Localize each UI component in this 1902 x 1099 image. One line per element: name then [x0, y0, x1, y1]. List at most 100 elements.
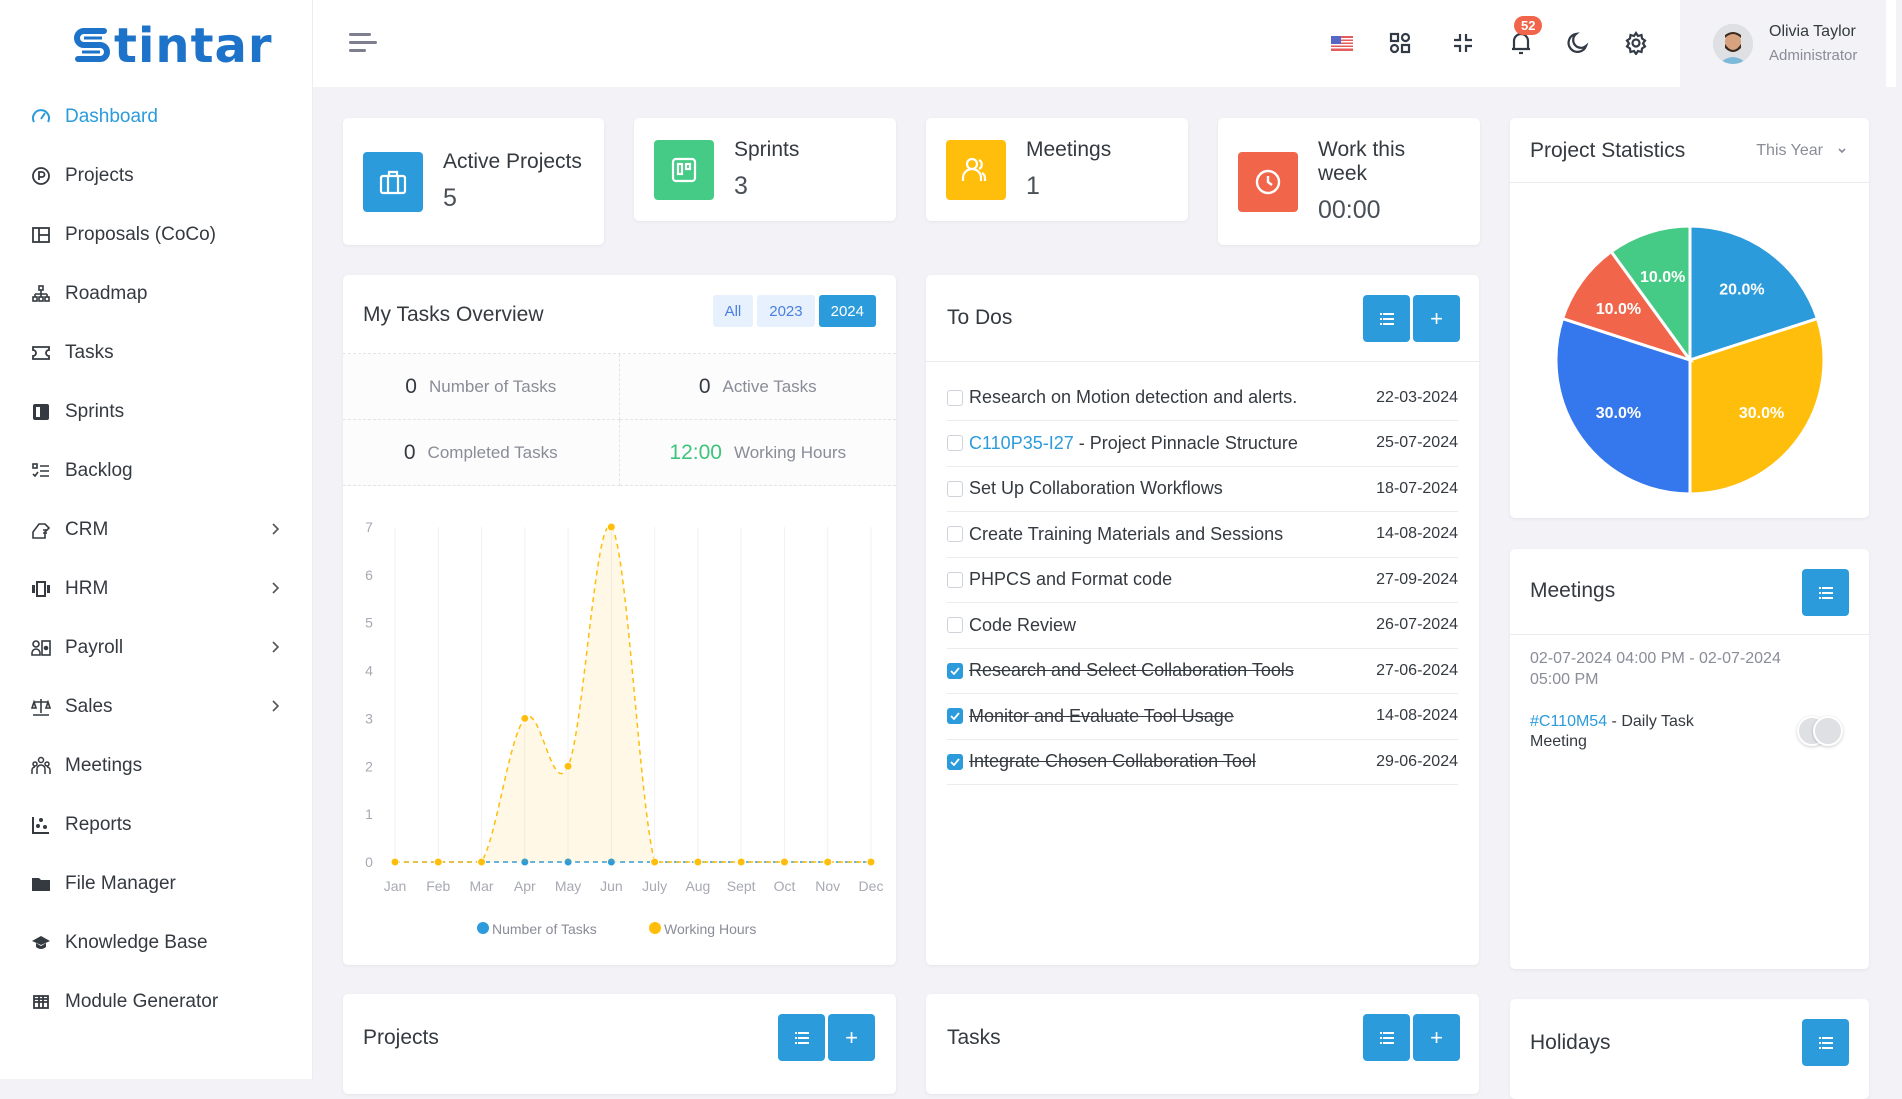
stat-number: 0 [405, 374, 417, 398]
sidebar-item-file-manager[interactable]: File Manager [0, 854, 313, 913]
todo-text[interactable]: PHPCS and Format code [969, 569, 1376, 590]
legend-label: Working Hours [664, 921, 756, 937]
sidebar-item-reports[interactable]: Reports [0, 795, 313, 854]
folder-icon [30, 873, 52, 895]
todo-checkbox[interactable] [947, 435, 963, 451]
menu-line [349, 49, 366, 52]
carousel-icon [30, 578, 52, 600]
meeting-code[interactable]: #C110M54 [1530, 713, 1607, 730]
language-selector[interactable] [1327, 28, 1357, 58]
check-icon [950, 712, 960, 720]
add-project-button[interactable]: + [828, 1014, 875, 1061]
todos-card: To Dos + Research on Motion detection an… [926, 275, 1479, 965]
todo-date: 25-07-2024 [1376, 434, 1458, 451]
tasks-list-button[interactable] [1363, 1014, 1410, 1061]
user-money-icon [30, 637, 52, 659]
pie-slice-label: 30.0% [1596, 405, 1641, 422]
sidebar-item-payroll[interactable]: Payroll [0, 618, 313, 677]
sidebar-item-crm[interactable]: CRM [0, 500, 313, 559]
briefcase-icon [363, 151, 423, 212]
todo-checkbox[interactable] [947, 753, 963, 770]
sidebar-item-knowledge-base[interactable]: Knowledge Base [0, 913, 313, 972]
x-tick-label: Mar [469, 878, 493, 894]
todo-checkbox[interactable] [947, 662, 963, 679]
todo-text[interactable]: Integrate Chosen Collaboration Tool [969, 751, 1376, 772]
stat-card-meetings[interactable]: Meetings 1 [926, 118, 1188, 221]
todo-text[interactable]: Code Review [969, 615, 1376, 636]
todo-title: Research and Select Collaboration Tools [969, 660, 1294, 680]
user-menu[interactable]: Olivia Taylor Administrator [1680, 0, 1886, 87]
x-tick-label: Apr [514, 878, 536, 894]
todo-text[interactable]: Research on Motion detection and alerts. [969, 387, 1376, 408]
page-scrollbar[interactable] [1896, 0, 1902, 87]
todo-checkbox[interactable] [947, 571, 963, 588]
apps-button[interactable] [1385, 28, 1415, 58]
todo-text[interactable]: Research and Select Collaboration Tools [969, 660, 1376, 681]
sidebar-item-module-generator[interactable]: Module Generator [0, 972, 313, 1031]
menu-toggle-button[interactable] [349, 33, 377, 55]
chevron-down-icon [1838, 148, 1846, 154]
data-point [693, 857, 703, 867]
sidebar-item-meetings[interactable]: Meetings [0, 736, 313, 795]
sidebar-item-sales[interactable]: Sales [0, 677, 313, 736]
stat-card-work-this-week[interactable]: Work this week 00:00 [1218, 118, 1480, 245]
todo-checkbox[interactable] [947, 526, 963, 542]
todo-item: PHPCS and Format code 27-09-2024 [947, 557, 1458, 603]
holidays-list-button[interactable] [1802, 1019, 1849, 1066]
sidebar-item-label: Dashboard [65, 105, 158, 127]
todo-checkbox[interactable] [947, 389, 963, 406]
meeting-title[interactable]: #C110M54 - Daily Task Meeting [1530, 712, 1750, 752]
filter-2024-button[interactable]: 2024 [818, 295, 876, 327]
stat-value: 5 [443, 184, 457, 212]
todo-text[interactable]: C110P35-I27 - Project Pinnacle Structure [969, 433, 1376, 454]
fullscreen-button[interactable] [1448, 28, 1478, 58]
todo-item: Integrate Chosen Collaboration Tool 29-06… [947, 739, 1458, 785]
notifications-button[interactable]: 52 [1506, 16, 1543, 58]
sidebar-item-dashboard[interactable]: Dashboard [0, 87, 313, 146]
meetings-list-button[interactable] [1802, 569, 1849, 616]
todo-text[interactable]: Monitor and Evaluate Tool Usage [969, 706, 1376, 727]
filter-2023-button[interactable]: 2023 [757, 295, 815, 327]
period-dropdown[interactable]: This Year [1756, 142, 1847, 160]
filter-all-button[interactable]: All [712, 295, 754, 327]
settings-button[interactable] [1621, 28, 1651, 58]
sidebar-item-projects[interactable]: Projects [0, 146, 313, 205]
attendee-avatar[interactable] [1813, 716, 1843, 746]
data-point [477, 857, 487, 867]
sidebar-item-tasks[interactable]: Tasks [0, 323, 313, 382]
todo-list-button[interactable] [1363, 295, 1410, 342]
stat-number: 0 [698, 374, 711, 398]
data-point [823, 857, 833, 867]
tasks-area-chart: Jan Feb Mar Apr May Jun July Aug Sept Oct Nov Dec 0 1… [365, 519, 884, 937]
board-icon [30, 401, 52, 423]
brand-logo[interactable]: tintar [72, 22, 273, 70]
card-title: My Tasks Overview [363, 303, 544, 326]
todo-code-link[interactable]: C110P35-I27 [969, 433, 1074, 453]
todo-title: Monitor and Evaluate Tool Usage [969, 705, 1234, 726]
theme-toggle-button[interactable] [1563, 28, 1593, 58]
x-tick-label: Dec [859, 878, 884, 894]
stat-card-sprints[interactable]: Sprints 3 [634, 118, 896, 221]
todo-text[interactable]: Create Training Materials and Sessions [969, 524, 1376, 545]
sidebar-item-label: Payroll [65, 636, 124, 658]
todo-text[interactable]: Set Up Collaboration Workflows [969, 478, 1376, 499]
todo-checkbox[interactable] [947, 708, 963, 724]
todo-title: Integrate Chosen Collaboration Tool [969, 751, 1256, 771]
projects-list-button[interactable] [778, 1014, 825, 1061]
scatter-chart-icon [30, 814, 52, 836]
stat-card-active-projects[interactable]: Active Projects 5 [343, 118, 604, 245]
holidays-card: Holidays [1510, 999, 1869, 1099]
todo-checkbox[interactable] [947, 480, 963, 497]
sidebar-item-roadmap[interactable]: Roadmap [0, 264, 313, 323]
todo-checkbox[interactable] [947, 617, 963, 633]
todo-item: Set Up Collaboration Workflows 18-07-2024 [947, 466, 1458, 512]
sidebar-item-proposals-coco[interactable]: Proposals (CoCo) [0, 205, 313, 264]
sidebar-item-sprints[interactable]: Sprints [0, 382, 313, 441]
sidebar-item-backlog[interactable]: Backlog [0, 441, 313, 500]
add-task-button[interactable]: + [1413, 1014, 1460, 1061]
users-group-icon [30, 755, 52, 777]
top-header: 52 Olivia Taylor Administrator [313, 0, 1902, 87]
add-todo-button[interactable]: + [1413, 295, 1460, 342]
stat-number: 12:00 [669, 440, 722, 464]
sidebar-item-hrm[interactable]: HRM [0, 559, 313, 618]
